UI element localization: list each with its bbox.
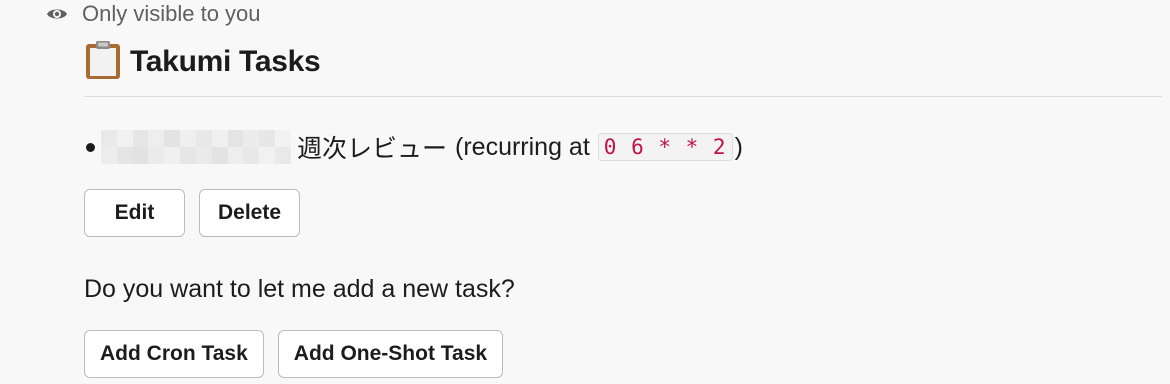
add-cron-task-button[interactable]: Add Cron Task <box>84 330 264 378</box>
add-actions: Add Cron Task Add One-Shot Task <box>84 330 1162 378</box>
add-one-shot-task-button[interactable]: Add One-Shot Task <box>277 330 504 378</box>
visibility-text: Only visible to you <box>82 1 261 26</box>
list-item: 週次レビュー (recurring at 0 6 * * 2 ) <box>84 127 1162 167</box>
task-schedule-prefix: (recurring at <box>455 132 590 161</box>
header: Takumi Tasks <box>84 38 1162 86</box>
eye-icon <box>46 6 68 22</box>
task-name: 週次レビュー <box>297 135 448 163</box>
message-container: Only visible to you Takumi Tasks 週次レビュー <box>0 0 1170 384</box>
delete-button[interactable]: Delete <box>199 189 300 237</box>
redacted-text <box>101 130 291 164</box>
visibility-note: Only visible to you <box>46 0 261 28</box>
cron-expression: 0 6 * * 2 <box>597 133 733 161</box>
divider <box>84 96 1162 97</box>
task-schedule-suffix: ) <box>734 132 743 161</box>
question-text: Do you want to let me add a new task? <box>84 275 515 303</box>
bullet <box>86 142 95 152</box>
task-actions: Edit Delete <box>84 189 1162 237</box>
clipboard-icon <box>84 40 122 85</box>
page-title: Takumi Tasks <box>130 45 321 78</box>
message-body: Takumi Tasks 週次レビュー (recurring at 0 6 * … <box>84 38 1162 378</box>
edit-button[interactable]: Edit <box>84 189 185 237</box>
